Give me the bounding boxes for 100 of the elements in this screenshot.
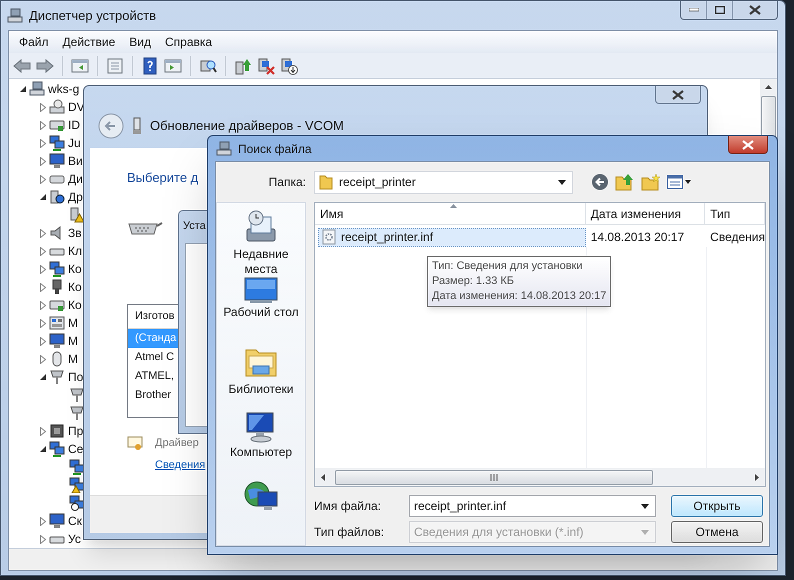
- place-item[interactable]: Недавние места: [218, 209, 304, 277]
- back-button[interactable]: [98, 113, 124, 139]
- place-item[interactable]: Библиотеки: [218, 344, 304, 411]
- expand-arrow-icon[interactable]: [39, 246, 47, 256]
- dialog-button[interactable]: Отмена: [671, 521, 763, 543]
- menu-item[interactable]: Файл: [13, 33, 55, 51]
- tree-item[interactable]: По: [68, 368, 84, 386]
- file-type-label: Тип файлов:: [314, 524, 386, 541]
- place-label: Недавние места: [232, 247, 290, 277]
- collapse-arrow-icon[interactable]: [19, 85, 27, 93]
- dialog-button[interactable]: Открыть: [671, 495, 763, 517]
- expand-arrow-icon[interactable]: [39, 156, 47, 166]
- expand-arrow-icon[interactable]: [39, 318, 47, 328]
- minimize-icon: [688, 8, 698, 12]
- tree-item[interactable]: Ди: [68, 170, 83, 188]
- menu-item[interactable]: Вид: [123, 33, 157, 51]
- disc-drive-icon: [49, 99, 65, 115]
- warning-device-icon: [69, 207, 85, 223]
- expand-arrow-icon[interactable]: [39, 102, 47, 112]
- column-header[interactable]: Изготов: [135, 308, 174, 324]
- menu-item[interactable]: Действие: [56, 33, 122, 51]
- tree-item[interactable]: М: [68, 350, 78, 368]
- place-label: Рабочий стол: [223, 305, 299, 320]
- dropdown-arrow-icon: [641, 504, 649, 508]
- column-header[interactable]: Дата изменения: [586, 203, 706, 224]
- tree-item[interactable]: Ко: [68, 296, 82, 314]
- tree-item[interactable]: Пр: [68, 422, 84, 440]
- back-arrow-icon[interactable]: [13, 56, 31, 74]
- tree-item[interactable]: Ко: [68, 278, 82, 296]
- folder-icon: [319, 174, 333, 190]
- tree-item[interactable]: М: [68, 314, 78, 332]
- horizontal-scrollbar[interactable]: [315, 468, 765, 486]
- window-title: Диспетчер устройств: [29, 6, 156, 25]
- device-up-arrow-icon[interactable]: [234, 56, 252, 74]
- close-icon: [742, 140, 754, 150]
- folder-value: receipt_printer: [339, 174, 416, 191]
- expand-arrow-icon[interactable]: [39, 534, 47, 544]
- expand-arrow-icon[interactable]: [39, 120, 47, 130]
- tree-item[interactable]: Ус: [68, 530, 81, 548]
- tree-item[interactable]: wks-g: [48, 80, 80, 98]
- menu-item[interactable]: Справка: [159, 33, 218, 51]
- maximize-icon: [714, 6, 724, 14]
- device-down-arrow-icon[interactable]: [280, 56, 298, 74]
- tree-item[interactable]: Ск: [68, 512, 82, 530]
- network-computers-icon: [49, 441, 65, 457]
- file-name-field[interactable]: receipt_printer.inf: [409, 495, 656, 517]
- new-folder-icon[interactable]: [641, 173, 661, 191]
- close-button[interactable]: [728, 136, 768, 154]
- port-icon: [69, 405, 85, 421]
- unknown-device-icon: [49, 189, 65, 205]
- view-menu-button[interactable]: [667, 175, 691, 189]
- window-pane-icon[interactable]: [164, 56, 182, 74]
- file-name-label: Имя файла:: [314, 498, 382, 515]
- expand-arrow-icon[interactable]: [39, 264, 47, 274]
- tree-item[interactable]: Ко: [68, 260, 82, 278]
- expand-arrow-icon[interactable]: [39, 138, 47, 148]
- collapse-arrow-icon[interactable]: [39, 445, 47, 453]
- sort-arrow-icon: [450, 204, 457, 208]
- tree-item[interactable]: Се: [68, 440, 84, 458]
- up-folder-icon[interactable]: [615, 173, 635, 191]
- driver-note: Драйвер: [155, 436, 199, 450]
- expand-arrow-icon[interactable]: [39, 516, 47, 526]
- tree-item[interactable]: М: [68, 332, 78, 350]
- tree-item[interactable]: Ju: [68, 134, 81, 152]
- collapse-arrow-icon[interactable]: [39, 193, 47, 201]
- device-x-icon[interactable]: [257, 56, 275, 74]
- dropdown-arrow-icon: [685, 180, 691, 184]
- expand-arrow-icon[interactable]: [39, 228, 47, 238]
- window-pane-icon[interactable]: [71, 56, 89, 74]
- forward-arrow-icon[interactable]: [36, 56, 54, 74]
- column-header[interactable]: Тип: [705, 203, 765, 224]
- file-name-cell[interactable]: receipt_printer.inf: [318, 228, 586, 246]
- expand-arrow-icon[interactable]: [39, 354, 47, 364]
- network-computers-icon: [49, 261, 65, 277]
- details-link[interactable]: Сведения: [155, 457, 206, 474]
- back-icon[interactable]: [591, 173, 609, 191]
- expand-arrow-icon[interactable]: [39, 336, 47, 346]
- expand-arrow-icon[interactable]: [39, 174, 47, 184]
- document-icon[interactable]: [106, 56, 124, 74]
- close-icon: [672, 90, 684, 100]
- tree-item[interactable]: Др: [68, 188, 83, 206]
- desktop-icon: [244, 277, 278, 303]
- expand-arrow-icon[interactable]: [39, 300, 47, 310]
- place-label: Библиотеки: [228, 382, 294, 397]
- wizard-heading: Выберите д: [127, 169, 198, 187]
- expand-arrow-icon[interactable]: [39, 426, 47, 436]
- tree-item[interactable]: Зв: [68, 224, 82, 242]
- tree-item[interactable]: Кл: [68, 242, 82, 260]
- place-item[interactable]: Компьютер: [218, 411, 304, 478]
- port-icon: [69, 387, 85, 403]
- place-item[interactable]: Рабочий стол: [218, 277, 304, 344]
- tree-item[interactable]: Ви: [68, 152, 83, 170]
- tree-item[interactable]: ID: [68, 116, 80, 134]
- scroll-thumb[interactable]: [335, 470, 653, 484]
- help-icon[interactable]: [141, 56, 159, 74]
- folder-dropdown[interactable]: receipt_printer: [314, 170, 573, 194]
- column-header[interactable]: Имя: [315, 203, 586, 224]
- expand-arrow-icon[interactable]: [39, 282, 47, 292]
- close-button[interactable]: [655, 86, 701, 104]
- collapse-arrow-icon[interactable]: [39, 373, 47, 381]
